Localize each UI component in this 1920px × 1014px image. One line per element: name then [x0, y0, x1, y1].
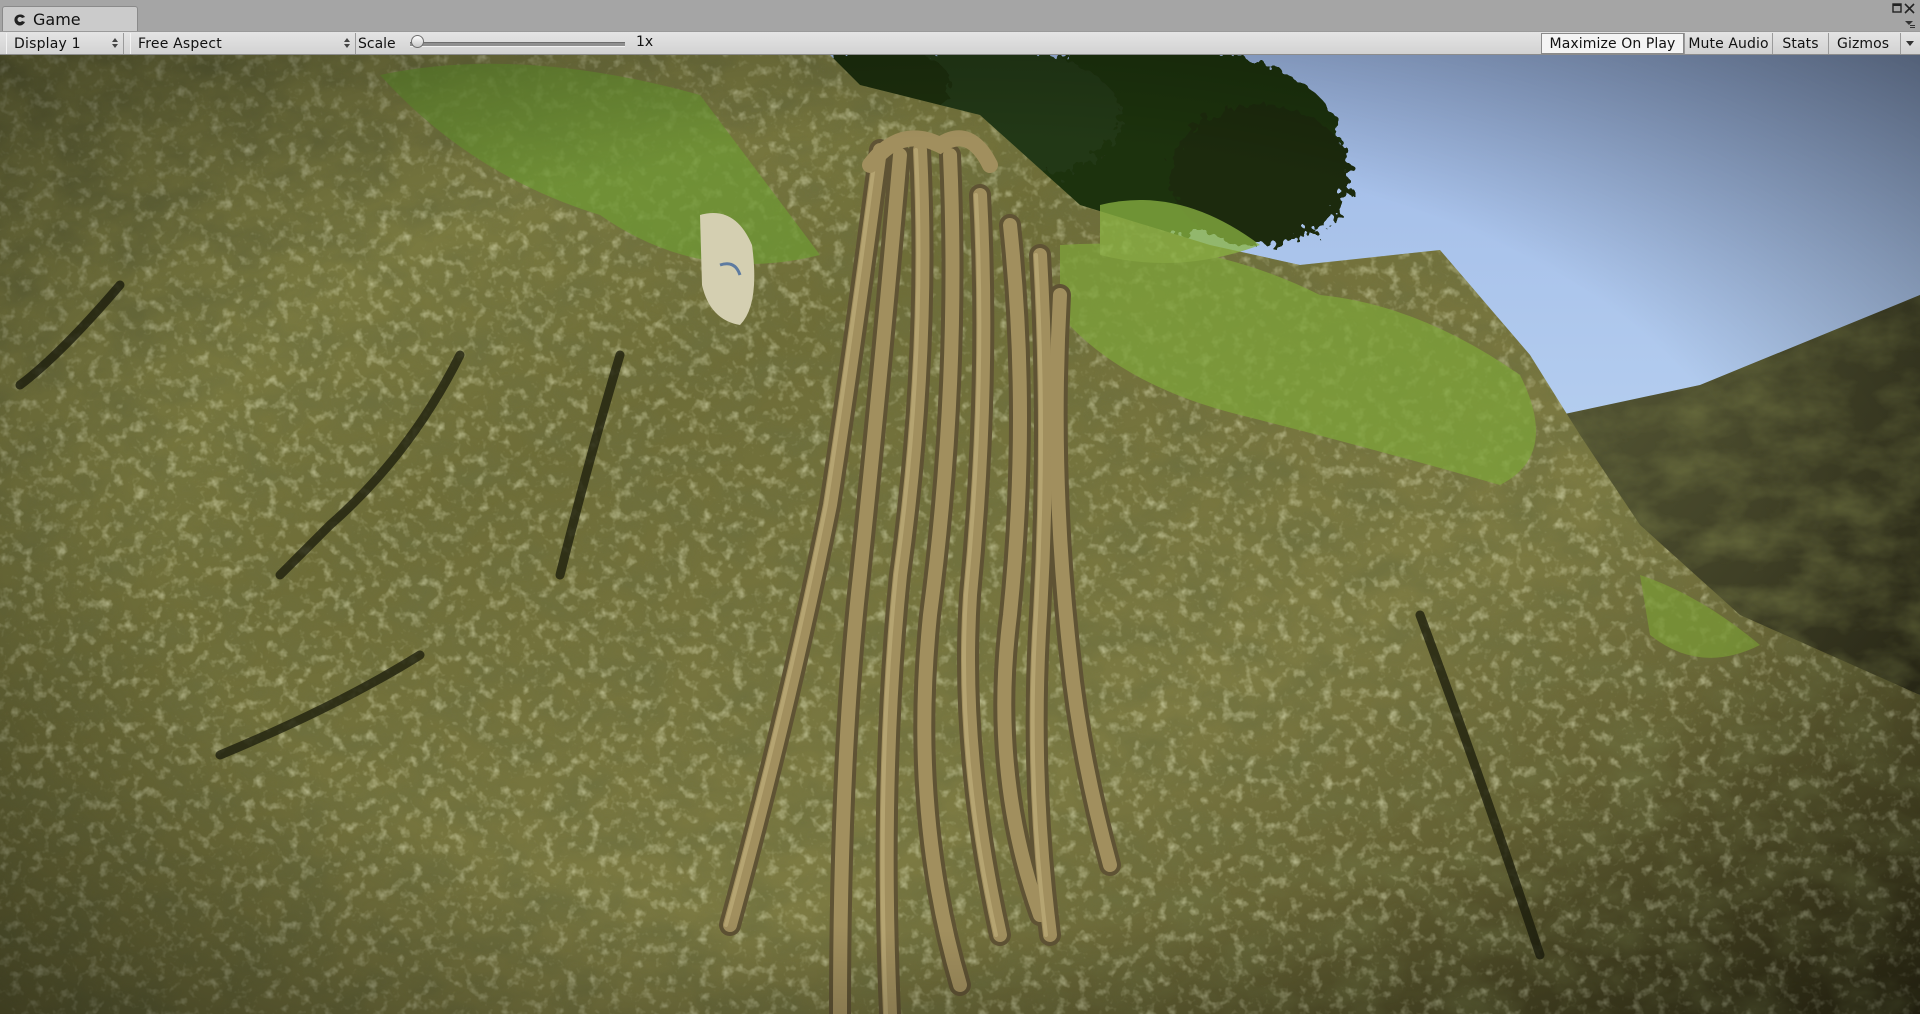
scale-value: 1x — [636, 34, 654, 50]
scale-slider-track[interactable] — [410, 42, 625, 47]
dropdown-arrows-icon — [344, 38, 350, 48]
scale-slider-thumb[interactable] — [411, 35, 424, 48]
gizmos-toggle[interactable]: Gizmos — [1828, 33, 1900, 54]
display-dropdown-label: Display 1 — [14, 35, 81, 52]
tab-label: Game — [33, 10, 81, 29]
maximize-icon[interactable] — [1892, 3, 1902, 15]
stats-label: Stats — [1782, 35, 1819, 52]
tab-menu-icon[interactable] — [1904, 18, 1915, 30]
gizmos-dropdown-button[interactable] — [1900, 33, 1920, 54]
game-view-toolbar: Display 1 Free Aspect Scale 1x Maximize … — [0, 31, 1920, 55]
game-tab[interactable]: Game — [2, 6, 138, 32]
gizmos-label: Gizmos — [1837, 35, 1890, 52]
game-render — [0, 55, 1920, 1014]
mute-audio-label: Mute Audio — [1688, 35, 1769, 52]
game-viewport[interactable] — [0, 55, 1920, 1014]
display-dropdown[interactable]: Display 1 — [6, 33, 124, 54]
aspect-dropdown[interactable]: Free Aspect — [130, 33, 356, 54]
window-controls — [1882, 1, 1916, 29]
vignette — [0, 55, 1920, 1014]
maximize-on-play-toggle[interactable]: Maximize On Play — [1541, 33, 1684, 54]
tab-strip: Game — [0, 0, 1920, 32]
game-controller-icon — [13, 13, 27, 27]
chevron-down-icon — [1906, 41, 1914, 46]
dropdown-arrows-icon — [112, 38, 118, 48]
maximize-on-play-label: Maximize On Play — [1549, 35, 1676, 52]
mute-audio-toggle[interactable]: Mute Audio — [1684, 33, 1772, 54]
close-icon[interactable] — [1904, 3, 1915, 16]
aspect-dropdown-label: Free Aspect — [138, 35, 222, 52]
stats-toggle[interactable]: Stats — [1772, 33, 1828, 54]
scale-slider[interactable]: 1x — [358, 32, 678, 54]
